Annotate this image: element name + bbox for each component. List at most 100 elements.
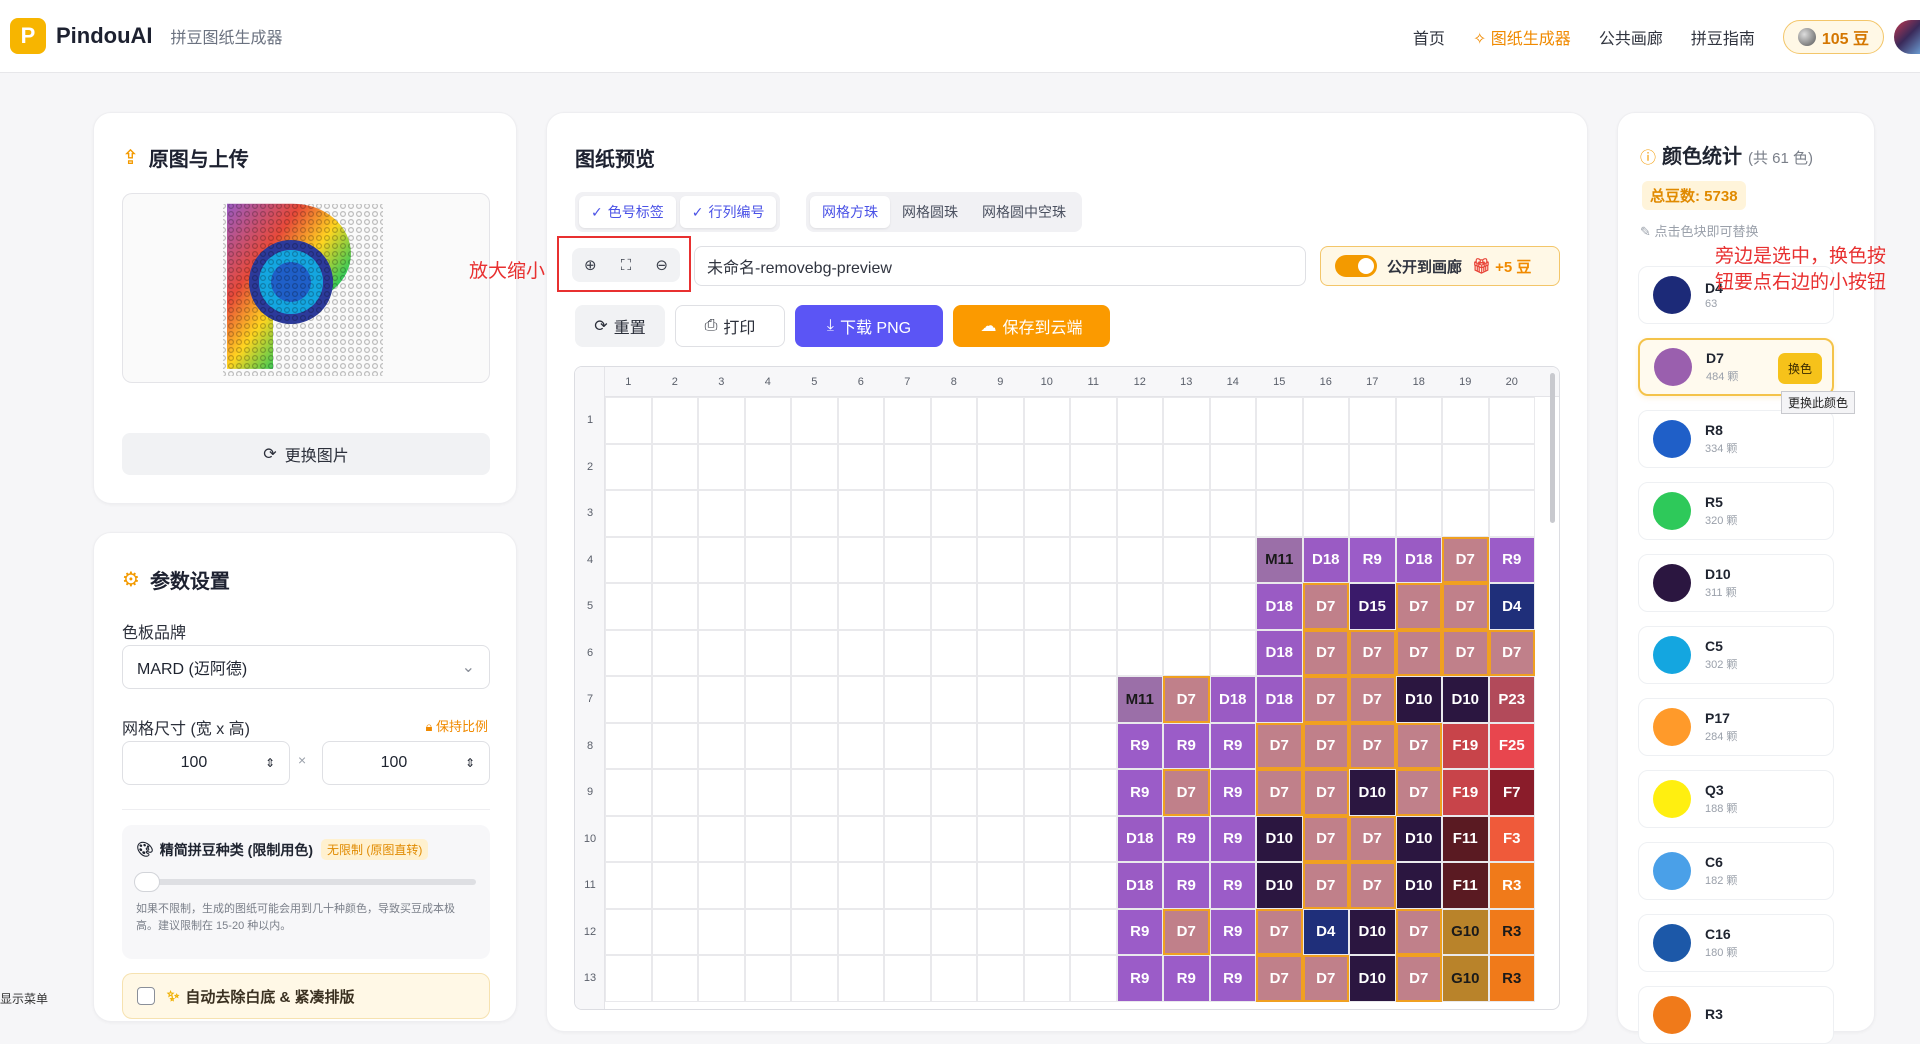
color-swatch-item[interactable]: C16 180 颗 <box>1638 914 1834 972</box>
grid-cell[interactable] <box>1116 536 1163 583</box>
bead-cell[interactable]: D4 <box>1488 583 1535 630</box>
auto-remove-box[interactable]: ✨︎ 自动去除白底 & 紧凑排版 <box>122 973 490 1019</box>
grid-cell[interactable] <box>698 955 745 1002</box>
grid-cell[interactable] <box>1395 443 1442 490</box>
avatar[interactable] <box>1894 19 1920 54</box>
grid-cell[interactable] <box>605 397 652 444</box>
reset-button[interactable]: ⟳ 重置 <box>575 305 665 347</box>
grid-cell[interactable] <box>930 815 977 862</box>
color-dot[interactable] <box>1653 420 1691 458</box>
grid-cell[interactable] <box>1163 536 1210 583</box>
bead-cell[interactable]: D7 <box>1349 629 1396 676</box>
grid-cell[interactable] <box>977 397 1024 444</box>
grid-cell[interactable] <box>651 815 698 862</box>
grid-cell[interactable] <box>930 443 977 490</box>
grid-cell[interactable] <box>977 676 1024 723</box>
bead-cell[interactable]: D7 <box>1349 676 1396 723</box>
bead-cell[interactable]: D7 <box>1395 629 1442 676</box>
grid-cell[interactable] <box>605 676 652 723</box>
grid-cell[interactable] <box>791 722 838 769</box>
grid-cell[interactable] <box>651 536 698 583</box>
bead-cell[interactable]: F7 <box>1488 769 1535 816</box>
grid-cell[interactable] <box>1256 490 1303 537</box>
grid-cell[interactable] <box>977 955 1024 1002</box>
grid-cell[interactable] <box>1116 629 1163 676</box>
grid-cell[interactable] <box>698 676 745 723</box>
grid-cell[interactable] <box>651 397 698 444</box>
grid-cell[interactable] <box>651 769 698 816</box>
grid-cell[interactable] <box>1023 397 1070 444</box>
grid-cell[interactable] <box>651 676 698 723</box>
grid-cell[interactable] <box>791 443 838 490</box>
bead-cell[interactable]: D18 <box>1116 862 1163 909</box>
grid-cell[interactable] <box>837 676 884 723</box>
grid-cell[interactable] <box>698 815 745 862</box>
grid-cell[interactable] <box>744 583 791 630</box>
bead-cell[interactable]: D10 <box>1395 862 1442 909</box>
bead-cell[interactable]: D7 <box>1395 722 1442 769</box>
bead-cell[interactable]: R3 <box>1488 955 1535 1002</box>
color-swatch-item[interactable]: D7 484 颗 换色 <box>1638 338 1834 396</box>
grid-cell[interactable] <box>791 769 838 816</box>
bead-cell[interactable]: R9 <box>1209 955 1256 1002</box>
grid-cell[interactable] <box>698 629 745 676</box>
grid-cell[interactable] <box>1395 490 1442 537</box>
bead-cell[interactable]: D7 <box>1163 676 1210 723</box>
grid-cell[interactable] <box>837 536 884 583</box>
grid-cell[interactable] <box>1442 490 1489 537</box>
bead-cell[interactable]: G10 <box>1442 908 1489 955</box>
grid-cell[interactable] <box>837 629 884 676</box>
bead-cell[interactable]: D7 <box>1256 908 1303 955</box>
grid-cell[interactable] <box>930 722 977 769</box>
bead-cell[interactable]: D7 <box>1442 583 1489 630</box>
grid-cell[interactable] <box>1116 583 1163 630</box>
bead-cell[interactable]: R3 <box>1488 862 1535 909</box>
grid-cell[interactable] <box>744 862 791 909</box>
tab-round-bead[interactable]: 网格圆珠 <box>890 196 970 228</box>
grid-cell[interactable] <box>744 676 791 723</box>
grid-cell[interactable] <box>977 629 1024 676</box>
bead-cell[interactable]: P23 <box>1488 676 1535 723</box>
color-dot[interactable] <box>1653 492 1691 530</box>
grid-cell[interactable] <box>837 490 884 537</box>
grid-cell[interactable] <box>884 676 931 723</box>
grid-cell[interactable] <box>605 629 652 676</box>
stepper-icon[interactable]: ⇕ <box>265 756 275 770</box>
bead-cell[interactable]: R9 <box>1163 722 1210 769</box>
grid-cell[interactable] <box>744 722 791 769</box>
bead-cell[interactable]: D7 <box>1302 676 1349 723</box>
bead-cell[interactable]: D7 <box>1256 722 1303 769</box>
bead-cell[interactable]: D7 <box>1256 955 1303 1002</box>
grid-cell[interactable] <box>1070 397 1117 444</box>
zoom-in-icon[interactable]: ⊕ <box>584 256 597 274</box>
grid-cell[interactable] <box>744 769 791 816</box>
color-dot[interactable] <box>1653 708 1691 746</box>
beans-balance[interactable]: 105 豆 <box>1782 19 1884 54</box>
grid-cell[interactable] <box>1163 443 1210 490</box>
nav-home[interactable]: 首页 <box>1413 25 1445 49</box>
grid-cell[interactable] <box>1209 536 1256 583</box>
bead-cell[interactable]: R9 <box>1209 908 1256 955</box>
print-button[interactable]: ⎙ 打印 <box>675 305 785 347</box>
grid-cell[interactable] <box>1023 815 1070 862</box>
grid-cell[interactable] <box>1023 769 1070 816</box>
color-swatch-item[interactable]: R3 <box>1638 986 1834 1044</box>
grid-cell[interactable] <box>930 397 977 444</box>
grid-cell[interactable] <box>1070 629 1117 676</box>
bead-cell[interactable]: D7 <box>1302 862 1349 909</box>
grid-cell[interactable] <box>744 908 791 955</box>
grid-cell[interactable] <box>1023 955 1070 1002</box>
width-input[interactable]: 100 ⇕ <box>122 741 290 785</box>
bead-cell[interactable]: D7 <box>1442 536 1489 583</box>
grid-cell[interactable] <box>1116 490 1163 537</box>
toggle-color-label[interactable]: ✓ 色号标签 <box>579 196 676 228</box>
color-dot[interactable] <box>1653 564 1691 602</box>
bead-cell[interactable]: D10 <box>1349 955 1396 1002</box>
grid-cell[interactable] <box>1070 443 1117 490</box>
grid-cell[interactable] <box>977 769 1024 816</box>
grid-cell[interactable] <box>930 536 977 583</box>
grid-cell[interactable] <box>1163 629 1210 676</box>
grid-cell[interactable] <box>791 583 838 630</box>
grid-cell[interactable] <box>698 908 745 955</box>
grid-cell[interactable] <box>1116 443 1163 490</box>
